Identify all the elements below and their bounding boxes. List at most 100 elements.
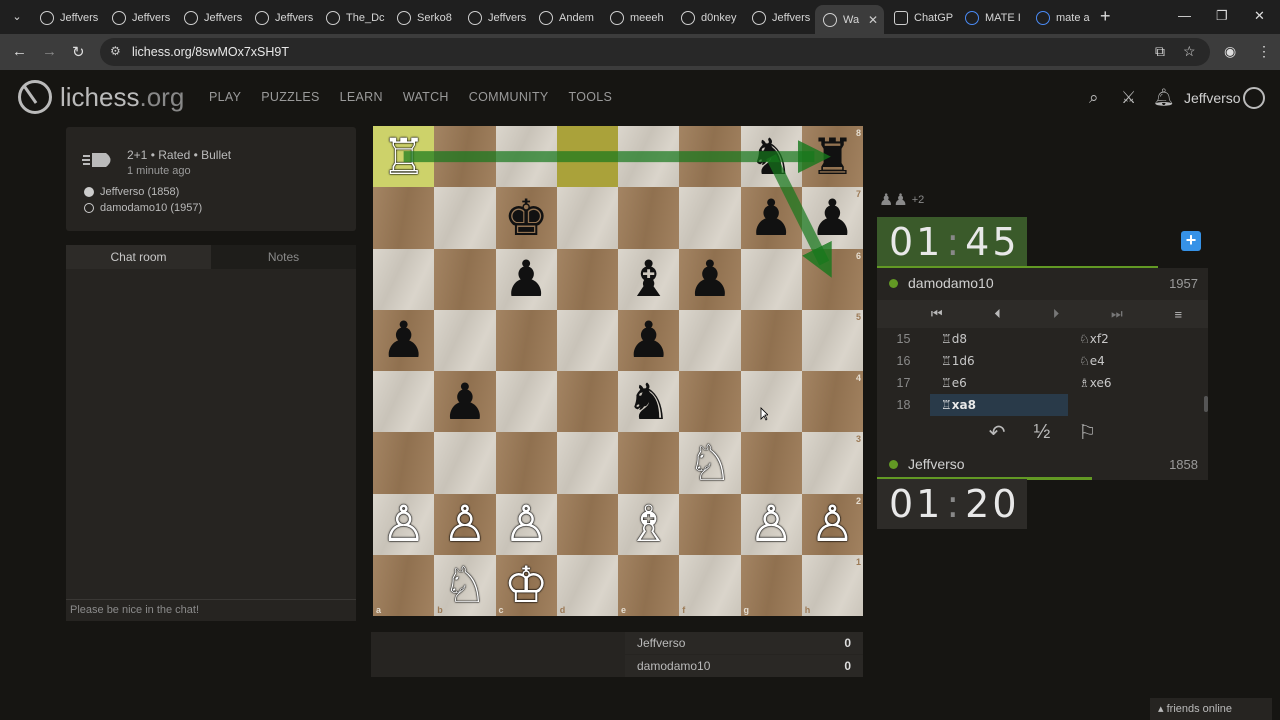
black-pawn-icon[interactable]: ♟	[626, 315, 671, 365]
square-a5[interactable]: ♟	[373, 309, 435, 371]
white-king-icon[interactable]: ♔	[504, 560, 549, 610]
move-list-scrollbar[interactable]	[1204, 396, 1208, 412]
black-pawn-icon[interactable]: ♟	[442, 377, 487, 427]
square-c7[interactable]: ♚	[495, 187, 557, 249]
black-bishop-icon[interactable]: ♝	[626, 254, 671, 304]
browser-tab[interactable]: ChatGP	[886, 5, 955, 30]
square-d2[interactable]	[556, 493, 618, 555]
black-player[interactable]: damodamo10 (1957)	[84, 202, 202, 214]
black-move[interactable]: ♘xf2	[1068, 328, 1206, 350]
search-icon[interactable]: ⌕	[1089, 88, 1099, 108]
black-move[interactable]: ♘e4	[1068, 350, 1206, 372]
browser-tab[interactable]: Jeffvers	[460, 5, 529, 30]
square-e4[interactable]: ♞	[618, 371, 680, 433]
white-pawn-icon[interactable]: ♙	[504, 499, 549, 549]
spectators[interactable]: ♟♟ +2	[879, 190, 924, 210]
first-move-icon[interactable]: ⏮	[931, 306, 943, 322]
square-f8[interactable]	[679, 126, 741, 188]
minimize-icon[interactable]: —	[1178, 8, 1191, 23]
square-h7[interactable]: ♟ 7	[801, 187, 863, 249]
square-d6[interactable]	[556, 248, 618, 310]
square-g3[interactable]	[740, 432, 802, 494]
top-player[interactable]: damodamo10 1957	[877, 269, 1208, 297]
square-a3[interactable]	[373, 432, 435, 494]
browser-tab[interactable]: d0nkey	[673, 5, 742, 30]
square-f5[interactable]	[679, 309, 741, 371]
black-knight-icon[interactable]: ♞	[749, 132, 794, 182]
white-pawn-icon[interactable]: ♙	[749, 499, 794, 549]
user-menu[interactable]: Jeffverso	[1184, 90, 1241, 106]
bottom-player[interactable]: Jeffverso 1858	[877, 450, 1208, 478]
white-move[interactable]: ♖e6	[930, 372, 1068, 394]
black-king-icon[interactable]: ♚	[504, 193, 549, 243]
browser-tab[interactable]: Wa ✕	[815, 5, 884, 34]
black-pawn-icon[interactable]: ♟	[810, 193, 855, 243]
black-pawn-icon[interactable]: ♟	[504, 254, 549, 304]
white-move[interactable]: ♖1d6	[930, 350, 1068, 372]
chat-input[interactable]: Please be nice in the chat!	[66, 599, 356, 621]
white-knight-icon[interactable]: ♘	[687, 438, 732, 488]
last-move-icon[interactable]: ⏭	[1111, 306, 1123, 322]
nav-play[interactable]: PLAY	[209, 90, 241, 104]
square-d7[interactable]	[556, 187, 618, 249]
black-pawn-icon[interactable]: ♟	[381, 315, 426, 365]
black-rook-icon[interactable]: ♜	[810, 132, 855, 182]
browser-tab[interactable]: Jeffvers	[176, 5, 245, 30]
profile-icon[interactable]: ◉	[1224, 43, 1236, 60]
browser-menu-icon[interactable]: ⋮	[1257, 43, 1271, 60]
black-knight-icon[interactable]: ♞	[626, 377, 671, 427]
resign-flag-icon[interactable]: ⚐	[1078, 420, 1096, 445]
nav-community[interactable]: COMMUNITY	[469, 90, 549, 104]
chessboard[interactable]: ♖ ♞ ♜ 8 ♚ ♟ ♟ 7 ♟ ♝ ♟ 6 ♟ ♟ 5 ♟ ♞ 4 ♘ 3 ♙ ♙ ♙ ♗ ♙ ♙ 2 a ♘ b ♔ c d e f g 1 h	[373, 126, 863, 616]
square-c4[interactable]	[495, 371, 557, 433]
challenges-icon[interactable]: ⚔	[1121, 88, 1136, 108]
omnibox[interactable]: ⚙ lichess.org/8swMOx7xSH9T	[100, 38, 1210, 66]
browser-tab[interactable]: Andem	[531, 5, 600, 30]
nav-tools[interactable]: TOOLS	[569, 90, 613, 104]
square-c1[interactable]: ♔ c	[495, 554, 557, 616]
browser-tab[interactable]: Jeffvers	[744, 5, 813, 30]
nav-puzzles[interactable]: PUZZLES	[261, 90, 319, 104]
restore-icon[interactable]: ❐	[1216, 8, 1228, 24]
give-time-button[interactable]: +	[1181, 231, 1201, 251]
close-window-icon[interactable]: ✕	[1254, 8, 1265, 24]
square-h5[interactable]: 5	[801, 309, 863, 371]
square-c3[interactable]	[495, 432, 557, 494]
square-g8[interactable]: ♞	[740, 126, 802, 188]
square-h1[interactable]: 1h	[801, 554, 863, 616]
square-b6[interactable]	[434, 248, 496, 310]
browser-tab[interactable]: MATE I	[957, 5, 1026, 30]
white-player[interactable]: Jeffverso (1858)	[84, 186, 179, 198]
white-knight-icon[interactable]: ♘	[442, 560, 487, 610]
white-pawn-icon[interactable]: ♙	[442, 499, 487, 549]
next-move-icon[interactable]: ⏵	[1053, 306, 1060, 322]
square-g1[interactable]: g	[740, 554, 802, 616]
square-b5[interactable]	[434, 309, 496, 371]
square-c8[interactable]	[495, 126, 557, 188]
close-tab-icon[interactable]: ✕	[868, 13, 878, 27]
white-rook-icon[interactable]: ♖	[381, 132, 426, 182]
square-b1[interactable]: ♘ b	[434, 554, 496, 616]
takeback-icon[interactable]: ↶	[989, 420, 1006, 445]
white-pawn-icon[interactable]: ♙	[381, 499, 426, 549]
square-d5[interactable]	[556, 309, 618, 371]
black-move[interactable]	[1068, 394, 1206, 416]
square-h8[interactable]: ♜ 8	[801, 126, 863, 188]
square-g2[interactable]: ♙	[740, 493, 802, 555]
square-d8[interactable]	[556, 126, 618, 188]
black-pawn-icon[interactable]: ♟	[687, 254, 732, 304]
black-move[interactable]: ♗xe6	[1068, 372, 1206, 394]
browser-tab[interactable]: Serko8	[389, 5, 458, 30]
forward-icon[interactable]: →	[42, 43, 57, 60]
browser-tab[interactable]: meeeh	[602, 5, 671, 30]
prev-move-icon[interactable]: ⏴	[994, 306, 1001, 322]
square-a4[interactable]	[373, 371, 435, 433]
browser-tab[interactable]: The_Dc	[318, 5, 387, 30]
square-e3[interactable]	[618, 432, 680, 494]
bookmark-star-icon[interactable]: ☆	[1183, 43, 1196, 60]
square-f3[interactable]: ♘	[679, 432, 741, 494]
square-c2[interactable]: ♙	[495, 493, 557, 555]
square-a1[interactable]: a	[373, 554, 435, 616]
black-pawn-icon[interactable]: ♟	[749, 193, 794, 243]
nav-watch[interactable]: WATCH	[403, 90, 449, 104]
